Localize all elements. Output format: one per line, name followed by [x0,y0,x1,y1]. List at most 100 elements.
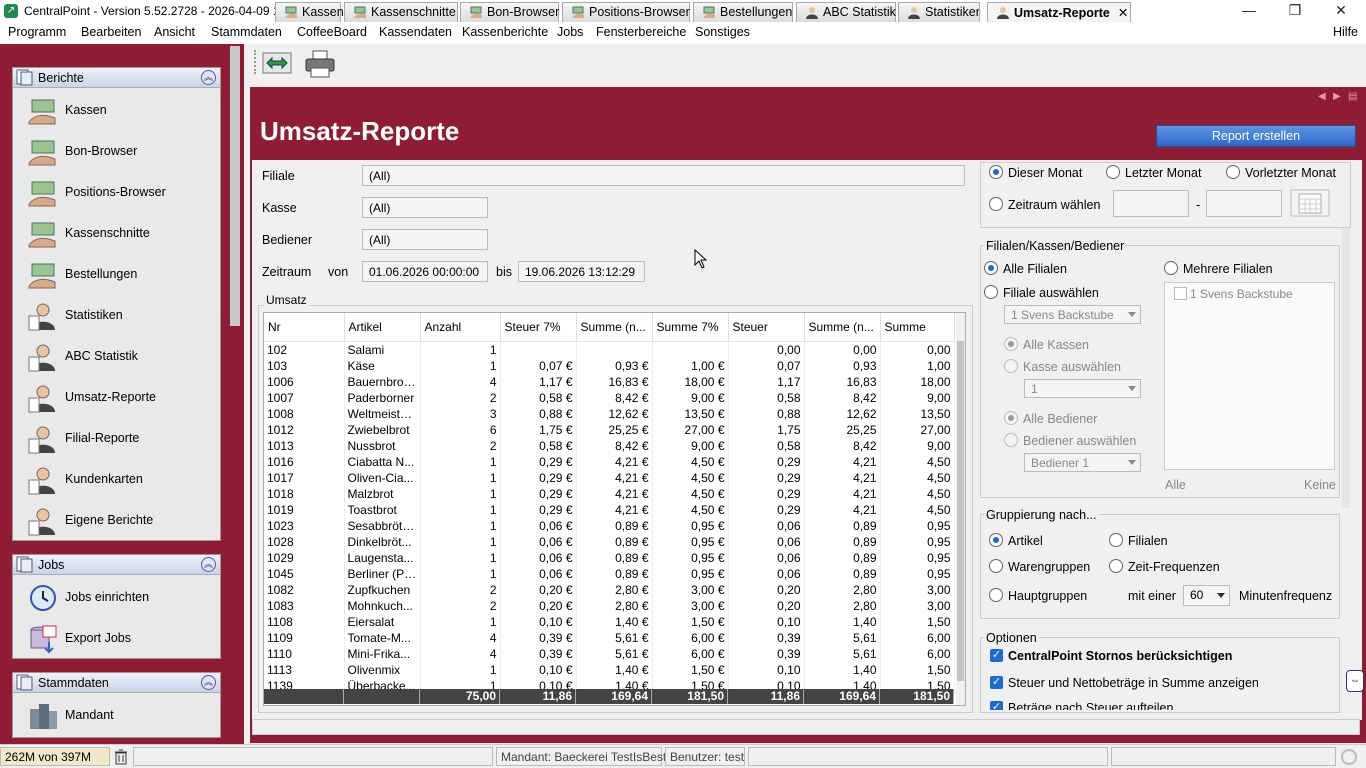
column-header[interactable]: Summe [880,313,955,342]
table-row[interactable]: 1019 Toastbrot 1 0,29 €4,21 €4,50 €0,29 4,21… [264,501,955,518]
swap-arrows-icon[interactable] [262,52,292,74]
minimize-button[interactable]: — [1226,0,1272,22]
table-row[interactable]: 103 Käse 1 0,07 €0,93 €1,00 €0,07 0,93 1,00 [264,357,955,374]
column-header[interactable]: Steuer 7% [500,313,577,342]
sidebar-item-umsatz-reporte[interactable]: Umsatz-Reporte [13,377,220,418]
collapse-icon[interactable]: ︽ [201,557,216,572]
menu-stammdaten[interactable]: Stammdaten [211,25,282,39]
tab-positions-browser[interactable]: Positions-Browser [562,2,690,22]
menu-kassendaten[interactable]: Kassendaten [379,25,452,39]
filiale-checkbox[interactable] [1174,287,1187,300]
toolbar-grip[interactable] [254,50,256,74]
report-erstellen-button[interactable]: Report erstellen [1156,125,1356,147]
column-header[interactable]: Anzahl [420,313,501,342]
trash-icon[interactable] [114,749,128,765]
table-row[interactable]: 102 Salami 1 0,00 0,00 0,00 [264,341,955,358]
column-header[interactable]: Summe (n... [576,313,653,342]
sidebar-item-kassen[interactable]: Kassen [13,90,220,131]
table-row[interactable]: 1109 Tomate-M... 4 0,39 €5,61 €6,00 €0,39 5,… [264,629,955,646]
grid-scrollbar[interactable] [956,313,965,705]
sidebar-item-bon-browser[interactable]: Bon-Browser [13,131,220,172]
tab-bestellungen[interactable]: Bestellungen [693,2,793,22]
tab-kassen[interactable]: Kassen [275,2,344,22]
table-row[interactable]: 1006 Bauernbrot... 4 1,17 €16,83 €18,00 €1,… [264,373,955,390]
horizontal-scrollbar[interactable] [252,719,1360,735]
panel-header-jobs[interactable]: Jobs ︽ [13,555,220,575]
column-header[interactable]: Artikel [344,313,421,342]
tab-umsatz-reporte[interactable]: Umsatz-Reporte ✕ [987,2,1131,22]
printer-icon[interactable] [304,50,336,78]
tab-kassenschnitte[interactable]: Kassenschnitte [344,2,458,22]
table-row[interactable]: 1110 Mini-Frika... 4 0,39 €5,61 €6,00 €0,39… [264,645,955,662]
warengruppen-radio[interactable] [989,559,1003,573]
alle-bediener-radio[interactable] [1004,411,1018,425]
sidebar-item-mandant[interactable]: Mandant [13,695,220,736]
zeitraum-waehlen-radio[interactable] [989,197,1003,211]
close-button[interactable]: ✕ [1318,0,1364,22]
column-header[interactable]: Summe 7% [652,313,729,342]
letzter-monat-radio[interactable] [1106,165,1120,179]
table-row[interactable]: 1028 Dinkelbröt... 1 0,06 €0,89 €0,95 €0,06… [264,533,955,550]
keine-link[interactable]: Keine [1304,478,1336,492]
tab-abc-statistik[interactable]: ABC Statistik [796,2,896,22]
tab-scroll-left-icon[interactable]: ◀ [1318,91,1326,102]
sidebar-item-eigene-berichte[interactable]: Eigene Berichte [13,500,220,541]
sidebar-scrollbar[interactable] [230,46,240,326]
hauptgruppen-radio[interactable] [989,588,1003,602]
right-panel-scrollbar[interactable] [1342,228,1350,508]
dieser-monat-radio[interactable] [989,165,1003,179]
sidebar-item-kundenkarten[interactable]: Kundenkarten [13,459,220,500]
umsatz-grid[interactable]: Nr Artikel Anzahl Steuer 7% Summe (n... Summe… [263,312,966,706]
sidebar-item-kassenschnitte[interactable]: Kassenschnitte [13,213,220,254]
table-row[interactable]: 1012 Zwiebelbrot 6 1,75 €25,25 €27,00 €1,75… [264,421,955,438]
maximize-button[interactable]: ❐ [1272,0,1318,22]
table-row[interactable]: 1016 Ciabatta N... 1 0,29 €4,21 €4,50 €0,29… [264,453,955,470]
kasse-auswaehlen-radio[interactable] [1004,359,1018,373]
side-handle-icon[interactable]: ⇔ [1346,670,1364,692]
tab-bon-browser[interactable]: Bon-Browser [460,2,559,22]
table-row[interactable]: 1045 Berliner (Pf... 1 0,06 €0,89 €0,95 €0,… [264,565,955,582]
filiale-auswaehlen-radio[interactable] [984,285,998,299]
zeitraum-from-field[interactable] [1113,190,1189,217]
grid-scrollbar-thumb[interactable] [957,341,964,681]
menu-programm[interactable]: Programm [8,25,66,39]
calendar-icon[interactable] [1290,189,1330,217]
von-field[interactable]: 01.06.2026 00:00:00 [362,261,488,282]
artikel-radio[interactable] [989,533,1003,547]
mehrere-filialen-radio[interactable] [1164,261,1178,275]
tab-close-icon[interactable]: ✕ [1118,6,1128,20]
bediener-auswaehlen-radio[interactable] [1004,433,1018,447]
table-row[interactable]: 1113 Olivenmix 1 0,10 €1,40 €1,50 €0,10 1,40… [264,661,955,678]
table-row[interactable]: 1023 Sesabbrötc... 1 0,06 €0,89 €0,95 €0,06… [264,517,955,534]
nettobetraege-checkbox[interactable]: ✓ [990,676,1003,689]
stornos-checkbox[interactable]: ✓ [990,649,1003,662]
table-row[interactable]: 1108 Eiersalat 1 0,10 €1,40 €1,50 €0,10 1,40… [264,613,955,630]
menu-jobs[interactable]: Jobs [557,25,583,39]
tab-scroll-right-icon[interactable]: ▶ [1333,91,1341,102]
column-header[interactable]: Summe (n... [804,313,881,342]
frequenz-dropdown[interactable]: 60 [1183,585,1230,606]
zeit-frequenzen-radio[interactable] [1109,559,1123,573]
sidebar-item-filial-reporte[interactable]: Filial-Reporte [13,418,220,459]
sidebar-item-statistiken[interactable]: Statistiken [13,295,220,336]
menu-kassenberichte[interactable]: Kassenberichte [462,25,548,39]
zeitraum-to-field[interactable] [1206,190,1282,217]
filialen-list[interactable]: 1 Svens Backstube [1164,282,1335,470]
kasse-field[interactable]: (All) [362,197,488,218]
sidebar-item-jobs-einrichten[interactable]: Jobs einrichten [13,577,220,618]
bediener-field[interactable]: (All) [362,229,488,250]
sidebar-item-positions-browser[interactable]: Positions-Browser [13,172,220,213]
panel-header-stammdaten[interactable]: Stammdaten ︽ [13,673,220,693]
menu-hilfe[interactable]: Hilfe [1333,25,1358,39]
steuer-aufteilen-checkbox[interactable]: ✓ [990,701,1003,710]
sidebar-item-export-jobs[interactable]: Export Jobs [13,618,220,659]
collapse-icon[interactable]: ︽ [201,675,216,690]
table-row[interactable]: 1018 Malzbrot 1 0,29 €4,21 €4,50 €0,29 4,21 4… [264,485,955,502]
kasse-dropdown[interactable]: 1 [1024,379,1141,398]
table-row[interactable]: 1029 Laugensta... 1 0,06 €0,89 €0,95 €0,06 0… [264,549,955,566]
filialen-radio[interactable] [1109,533,1123,547]
table-row[interactable]: 1008 Weltmeiste... 3 0,88 €12,62 €13,50 €0,… [264,405,955,422]
tab-list-icon[interactable]: ▤ [1348,91,1357,102]
table-row[interactable]: 1007 Paderborner 2 0,58 €8,42 €9,00 €0,58 8,… [264,389,955,406]
alle-kassen-radio[interactable] [1004,337,1018,351]
